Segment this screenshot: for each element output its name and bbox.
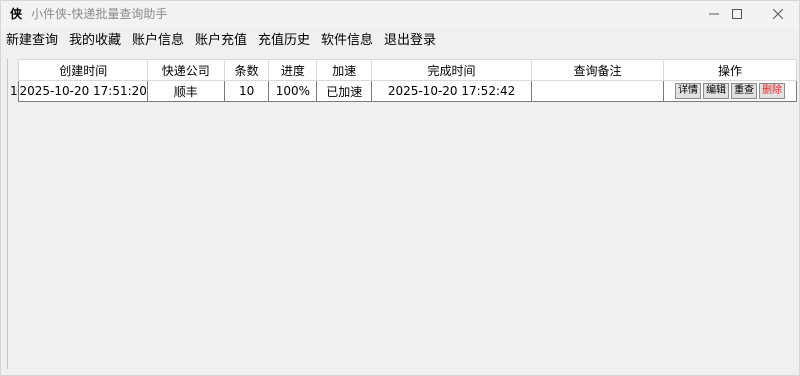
edit-button[interactable]: 编辑 [703,83,730,99]
column-header-finished[interactable]: 完成时间 [371,59,532,81]
row-number: 1 [8,80,20,102]
table-header-row: 创建时间 快递公司 条数 进度 加速 完成时间 查询备注 操作 [8,59,797,81]
cell-finished[interactable]: 2025-10-20 17:52:42 [371,80,532,102]
close-button[interactable] [755,1,800,27]
app-window: 侠 小件侠-快递批量查询助手 新建查询 我的收藏 账户信息 账户充值 充值历史 … [0,0,800,376]
column-header-created[interactable]: 创建时间 [18,59,148,81]
menu-new-query[interactable]: 新建查询 [6,32,58,50]
menu-software-info[interactable]: 软件信息 [321,32,373,50]
cell-count[interactable]: 10 [223,80,270,102]
column-header-note[interactable]: 查询备注 [530,59,665,81]
app-logo-icon: 侠 [9,7,22,21]
column-header-actions[interactable]: 操作 [663,59,797,81]
maximize-button[interactable] [714,1,760,27]
row-header-corner [8,59,19,81]
query-grid[interactable]: 创建时间 快递公司 条数 进度 加速 完成时间 查询备注 操作 1 2025-1… [7,59,797,369]
column-header-progress[interactable]: 进度 [268,59,318,81]
details-button[interactable]: 详情 [675,83,702,99]
cell-company[interactable]: 顺丰 [146,80,225,102]
table-row[interactable]: 1 2025-10-20 17:51:20 顺丰 10 100% 已加速 202… [8,80,797,102]
cell-accel[interactable]: 已加速 [316,80,373,102]
maximize-icon [732,9,742,19]
cell-note[interactable] [530,80,665,102]
cell-actions: 详情 编辑 重查 删除 [663,80,797,102]
requery-button[interactable]: 重查 [731,83,758,99]
cell-progress[interactable]: 100% [268,80,318,102]
delete-button[interactable]: 删除 [759,83,786,99]
menu-account-recharge[interactable]: 账户充值 [195,32,247,50]
close-icon [773,9,783,19]
menu-bar: 新建查询 我的收藏 账户信息 账户充值 充值历史 软件信息 退出登录 [1,29,799,53]
menu-logout[interactable]: 退出登录 [384,32,436,50]
column-header-count[interactable]: 条数 [223,59,270,81]
column-header-accel[interactable]: 加速 [316,59,373,81]
column-header-company[interactable]: 快递公司 [146,59,225,81]
menu-favorites[interactable]: 我的收藏 [69,32,121,50]
cell-created[interactable]: 2025-10-20 17:51:20 [18,80,148,102]
window-title: 小件侠-快递批量查询助手 [31,7,168,21]
menu-recharge-history[interactable]: 充值历史 [258,32,310,50]
menu-account-info[interactable]: 账户信息 [132,32,184,50]
title-bar[interactable]: 侠 小件侠-快递批量查询助手 [1,1,799,27]
query-table: 创建时间 快递公司 条数 进度 加速 完成时间 查询备注 操作 1 2025-1… [8,59,797,102]
